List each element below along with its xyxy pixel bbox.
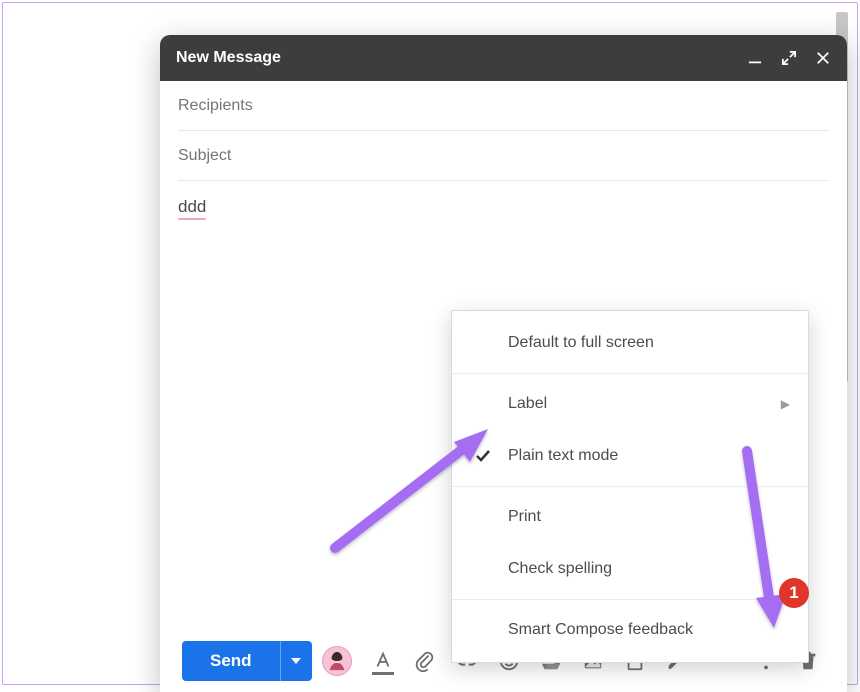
compose-title: New Message [176,49,747,67]
menu-plain-text[interactable]: Plain text mode [452,430,808,482]
minimize-icon[interactable] [747,50,763,66]
body-text: ddd [178,197,206,217]
menu-check-spelling[interactable]: Check spelling [452,543,808,595]
check-icon [474,447,492,465]
menu-smart-compose[interactable]: Smart Compose feedback [452,604,808,656]
subject-input[interactable] [178,147,829,165]
menu-separator [452,599,808,600]
formatting-icon[interactable] [366,644,400,678]
screenshot-inner: New Message [12,12,848,675]
send-button[interactable]: Send [182,641,280,681]
avatar[interactable] [322,646,352,676]
close-icon[interactable] [815,50,831,66]
recipients-input[interactable] [178,97,829,115]
send-button-group: Send [182,641,312,681]
menu-item-label: Check spelling [508,560,612,578]
expand-icon[interactable] [781,50,797,66]
menu-item-label: Print [508,508,541,526]
more-options-menu: Default to full screen Label ▶ Plain tex… [451,310,809,663]
recipients-field[interactable] [178,81,829,131]
attach-icon[interactable] [408,644,442,678]
menu-print[interactable]: Print [452,491,808,543]
submenu-arrow-icon: ▶ [781,397,790,411]
menu-item-label: Smart Compose feedback [508,621,693,639]
menu-label[interactable]: Label ▶ [452,378,808,430]
menu-default-fullscreen[interactable]: Default to full screen [452,317,808,369]
menu-separator [452,373,808,374]
annotation-badge-1: 1 [779,578,809,608]
compose-titlebar: New Message [160,35,847,81]
menu-item-label: Label [508,395,547,413]
compose-window: New Message [160,35,847,692]
send-options-button[interactable] [280,641,312,681]
menu-item-label: Default to full screen [508,334,654,352]
menu-separator [452,486,808,487]
menu-item-label: Plain text mode [508,447,618,465]
subject-field[interactable] [178,131,829,181]
titlebar-actions [747,50,831,66]
